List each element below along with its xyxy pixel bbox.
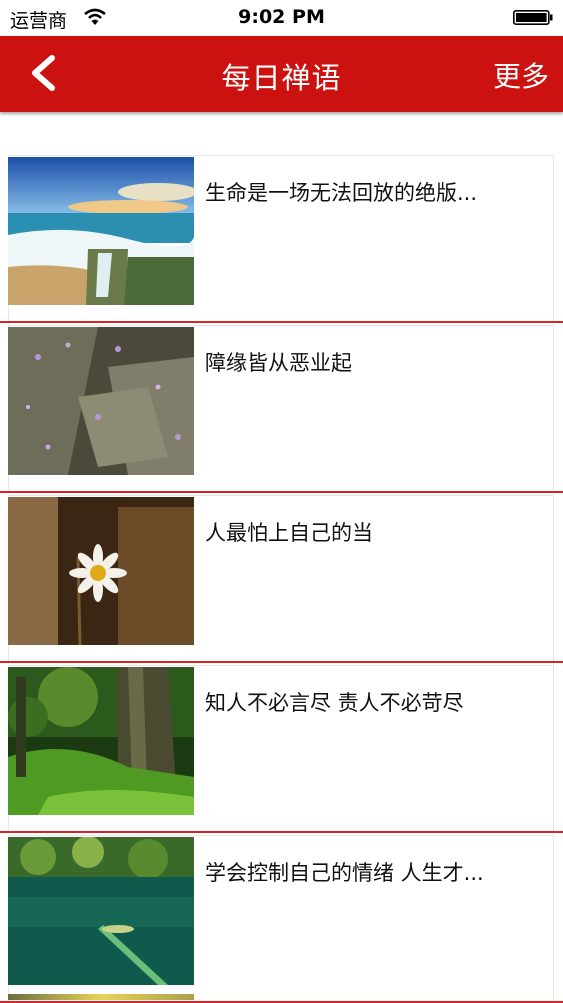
battery-icon	[513, 10, 553, 25]
item-title: 知人不必言尽 责人不必苛尽	[205, 691, 464, 715]
item-title: 生命是一场无法回放的绝版...	[205, 181, 478, 205]
status-bar: 运营商 9:02 PM	[0, 0, 563, 36]
nav-bar: 每日禅语 更多	[0, 36, 563, 112]
mossy-stone-path-image	[8, 327, 194, 475]
list-item[interactable]: 人最怕上自己的当	[0, 495, 563, 663]
seashore-waterfall-image	[8, 157, 194, 305]
list-item[interactable]: 生命是一场无法回放的绝版...	[0, 155, 563, 323]
item-title: 学会控制自己的情绪 人生才...	[205, 861, 484, 885]
green-moss-forest-image	[8, 667, 194, 815]
page-title: 每日禅语	[221, 61, 342, 95]
daisy-on-tree-stump-image	[8, 497, 194, 645]
list-item[interactable]: 障缘皆从恶业起	[0, 325, 563, 493]
more-button[interactable]: 更多	[493, 55, 549, 95]
list-item[interactable]: 知人不必言尽 责人不必苛尽	[0, 665, 563, 833]
list-item[interactable]: 学会控制自己的情绪 人生才...	[0, 835, 563, 1003]
item-title: 人最怕上自己的当	[205, 521, 373, 545]
article-list: 生命是一场无法回放的绝版... 障缘皆从恶业起 人最怕上自己的当 知人不必言尽 …	[0, 155, 563, 1003]
item-title: 障缘皆从恶业起	[205, 351, 352, 375]
next-item-thumbnail-peek	[8, 994, 194, 1000]
green-lake-reflection-image	[8, 837, 194, 985]
status-time: 9:02 PM	[238, 6, 325, 28]
